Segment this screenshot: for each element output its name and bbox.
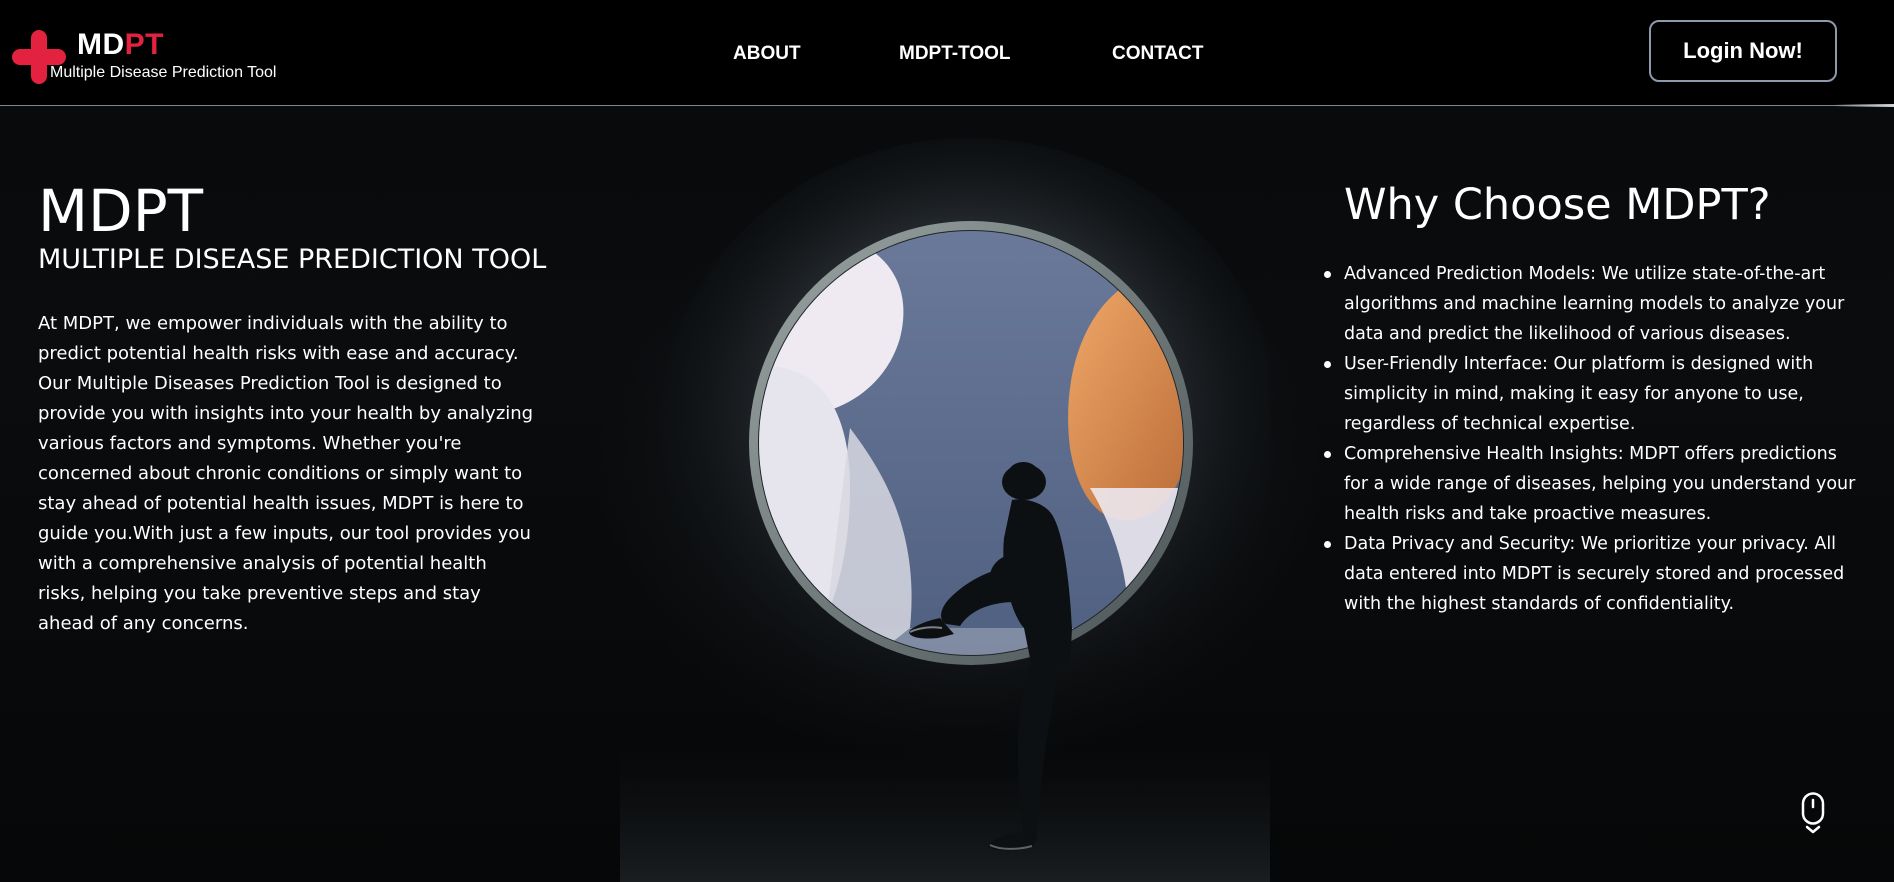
site-logo[interactable]: MDPT Multiple Disease Prediction Tool xyxy=(12,28,312,84)
list-item: Data Privacy and Security: We prioritize… xyxy=(1324,529,1864,619)
list-item: Advanced Prediction Models: We utilize s… xyxy=(1324,259,1864,349)
list-item: User-Friendly Interface: Our platform is… xyxy=(1324,349,1864,439)
mouse-scroll-icon[interactable] xyxy=(1800,792,1826,834)
hero-title: MDPT xyxy=(38,177,204,245)
nav-link-mdpt-tool[interactable]: MDPT-TOOL xyxy=(899,42,1011,66)
hero-description: At MDPT, we empower individuals with the… xyxy=(38,313,534,634)
logo-name-md: MD xyxy=(77,28,125,61)
nav-link-about[interactable]: ABOUT xyxy=(733,42,801,66)
login-button[interactable]: Login Now! xyxy=(1649,20,1837,82)
logo-name-pt: PT xyxy=(124,28,164,61)
logo-tagline: Multiple Disease Prediction Tool xyxy=(50,64,277,81)
nav-link-contact[interactable]: CONTACT xyxy=(1112,42,1203,66)
hero-subtitle: MULTIPLE DISEASE PREDICTION TOOL xyxy=(38,244,547,275)
site-header: MDPT Multiple Disease Prediction Tool AB… xyxy=(0,0,1894,107)
landing-page: MDPT Multiple Disease Prediction Tool AB… xyxy=(0,0,1894,882)
why-choose-list: Advanced Prediction Models: We utilize s… xyxy=(1324,259,1864,619)
hero-illustration xyxy=(620,108,1270,882)
why-choose-title: Why Choose MDPT? xyxy=(1344,180,1771,230)
list-item: Comprehensive Health Insights: MDPT offe… xyxy=(1324,439,1864,529)
logo-wordmark: MDPT xyxy=(77,28,164,62)
